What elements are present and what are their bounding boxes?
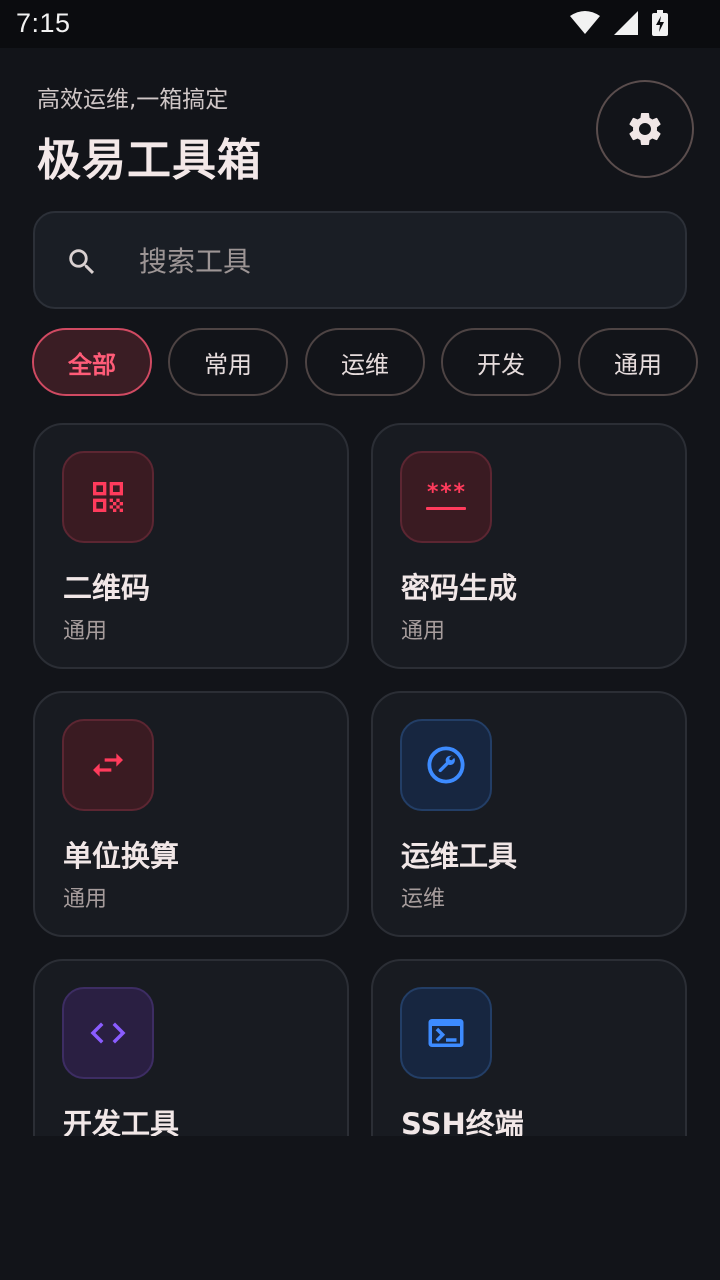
signal-icon xyxy=(614,11,638,35)
tool-icon-box xyxy=(62,719,154,811)
chip-dev[interactable]: 开发 xyxy=(441,328,561,396)
code-icon xyxy=(90,1022,126,1044)
tool-name: 运维工具 xyxy=(401,839,518,873)
wifi-icon xyxy=(570,11,600,34)
tool-card-unit-convert[interactable]: 单位换算 通用 xyxy=(33,691,349,937)
tool-name: 单位换算 xyxy=(63,839,180,873)
tools-grid: 二维码 通用 *** 密码生成 通用 单位换算 通用 运维工具 运维 开发工具 … xyxy=(33,423,687,1136)
tool-icon-box xyxy=(400,987,492,1079)
tool-card-password[interactable]: *** 密码生成 通用 xyxy=(371,423,687,669)
tool-icon-box xyxy=(400,719,492,811)
chip-common[interactable]: 常用 xyxy=(168,328,288,396)
tool-category: 通用 xyxy=(401,619,446,644)
tool-icon-box xyxy=(62,451,154,543)
tool-card-ops[interactable]: 运维工具 运维 xyxy=(371,691,687,937)
tool-name: 密码生成 xyxy=(401,571,518,605)
gear-icon xyxy=(629,112,661,145)
tool-category: 通用 xyxy=(63,887,108,912)
tool-card-dev[interactable]: 开发工具 xyxy=(33,959,349,1136)
qr-code-icon xyxy=(93,482,123,512)
header-subtitle: 高效运维,一箱搞定 xyxy=(37,87,229,113)
battery-icon xyxy=(652,10,668,36)
status-time: 7:15 xyxy=(16,8,71,38)
password-icon: *** xyxy=(426,480,466,510)
tool-icon-box: *** xyxy=(400,451,492,543)
tool-category: 运维 xyxy=(401,887,446,912)
page-title: 极易工具箱 xyxy=(37,135,262,186)
category-filter: 全部 常用 运维 开发 通用 xyxy=(32,328,720,396)
search-input[interactable] xyxy=(137,235,661,287)
tool-icon-box xyxy=(62,987,154,1079)
status-bar: 7:15 xyxy=(0,0,720,48)
tool-name: 开发工具 xyxy=(63,1107,180,1136)
search-icon xyxy=(69,249,95,275)
tool-category: 通用 xyxy=(63,619,108,644)
terminal-icon xyxy=(428,1019,464,1047)
chip-all[interactable]: 全部 xyxy=(32,328,152,396)
tool-name: 二维码 xyxy=(63,571,151,605)
tool-card-ssh[interactable]: SSH终端 xyxy=(371,959,687,1136)
svg-text:***: *** xyxy=(426,480,466,505)
swap-arrows-icon xyxy=(93,753,123,777)
chip-general[interactable]: 通用 xyxy=(578,328,698,396)
wrench-icon xyxy=(427,746,465,784)
search-bar[interactable] xyxy=(33,211,687,309)
chip-ops[interactable]: 运维 xyxy=(305,328,425,396)
settings-button[interactable] xyxy=(596,80,694,178)
tool-name: SSH终端 xyxy=(401,1107,524,1136)
tool-card-qrcode[interactable]: 二维码 通用 xyxy=(33,423,349,669)
